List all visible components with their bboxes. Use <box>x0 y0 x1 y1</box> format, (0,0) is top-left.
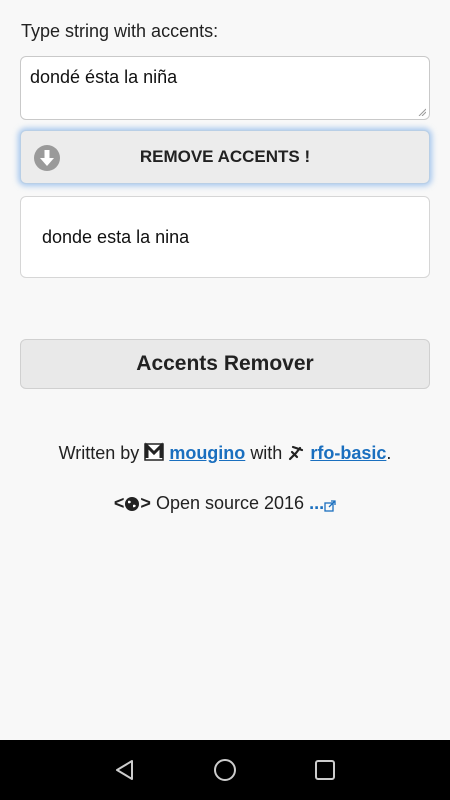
external-link-icon <box>324 500 336 512</box>
app-title-button[interactable]: Accents Remover <box>20 339 430 389</box>
rfo-basic-icon <box>289 445 304 461</box>
code-bracket-open: < <box>113 493 125 513</box>
input-prompt-label: Type string with accents: <box>21 21 219 41</box>
credits-period: . <box>386 443 392 463</box>
more-link-text: ... <box>309 493 325 513</box>
written-by-text: Written by <box>58 443 140 463</box>
accented-text-value: dondé ésta la niña <box>30 67 178 87</box>
accented-text-input[interactable]: dondé ésta la niña <box>20 56 430 120</box>
remove-accents-button[interactable]: REMOVE ACCENTS ! <box>20 130 430 184</box>
arrow-down-circle-icon <box>34 145 60 171</box>
mougino-link[interactable]: mougino <box>169 443 245 463</box>
rfo-basic-link[interactable]: rfo-basic <box>310 443 386 463</box>
code-bracket-close: > <box>140 493 151 513</box>
open-source-line: < > Open source 2016 ... <box>0 493 450 514</box>
recents-icon[interactable] <box>313 758 337 782</box>
globe-icon <box>125 497 140 511</box>
back-icon[interactable] <box>113 758 137 782</box>
resize-grip-icon[interactable] <box>418 108 426 116</box>
open-source-text: Open source 2016 <box>155 493 305 513</box>
home-icon[interactable] <box>213 758 237 782</box>
with-text: with <box>250 443 283 463</box>
result-output: donde esta la nina <box>20 196 430 278</box>
system-navigation-bar <box>0 740 450 800</box>
remove-accents-label: REMOVE ACCENTS ! <box>139 147 311 166</box>
credits-line: Written by mougino with rfo-basic. <box>0 442 450 464</box>
app-title-label: Accents Remover <box>136 352 314 375</box>
mougino-logo-icon <box>144 442 165 461</box>
more-link[interactable]: ... <box>309 493 336 513</box>
result-text: donde esta la nina <box>42 227 190 247</box>
